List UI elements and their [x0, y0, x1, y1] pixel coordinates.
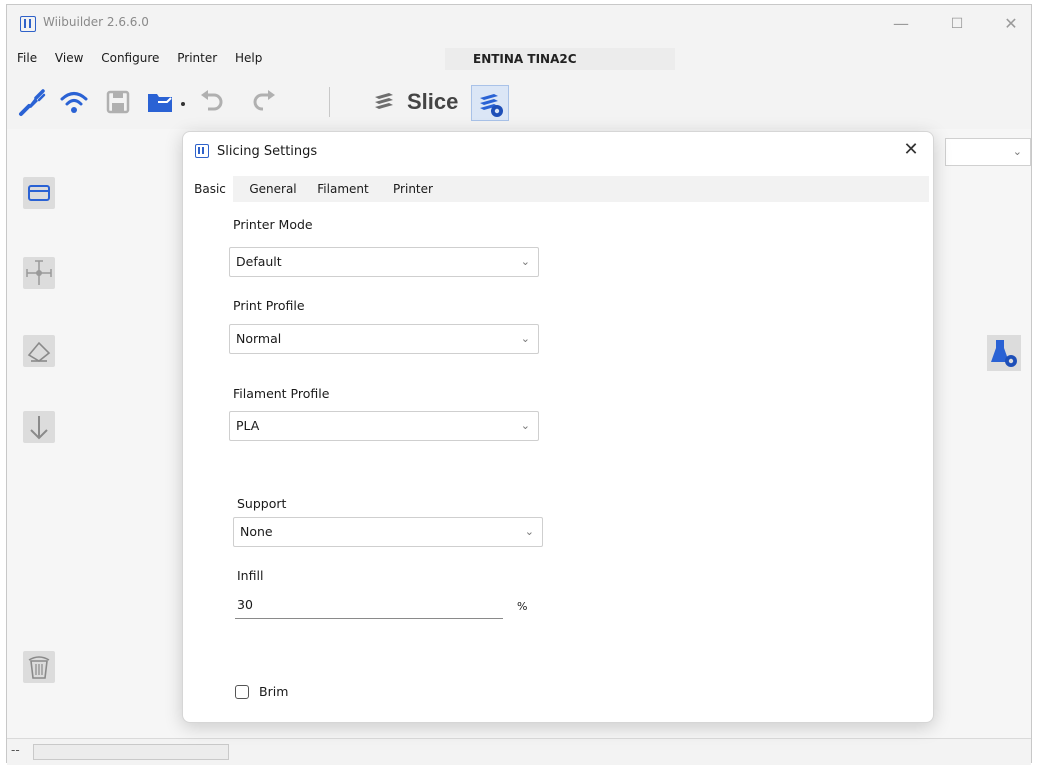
wifi-icon[interactable] — [59, 87, 89, 117]
slicing-settings-dialog: Slicing Settings ✕ Basic General Filamen… — [182, 131, 934, 723]
lay-flat-tool-button[interactable] — [23, 411, 55, 443]
status-bar: -- — [7, 738, 1031, 765]
slice-button[interactable]: Slice — [407, 89, 458, 115]
support-value: None — [240, 524, 273, 539]
slicing-settings-button[interactable] — [471, 85, 509, 121]
printer-mode-value: Default — [236, 254, 282, 269]
close-button[interactable]: ✕ — [991, 11, 1031, 37]
chevron-down-icon: ⌄ — [524, 525, 534, 538]
menu-file[interactable]: File — [17, 51, 37, 65]
infill-input[interactable]: 30 — [235, 593, 503, 619]
menu-configure[interactable]: Configure — [101, 51, 159, 65]
menu-help[interactable]: Help — [235, 51, 262, 65]
right-panel-dropdown[interactable]: ⌄ — [945, 138, 1031, 166]
undo-icon[interactable] — [197, 87, 227, 117]
platform-tool-button[interactable] — [23, 177, 55, 209]
print-profile-value: Normal — [236, 331, 282, 346]
tab-basic[interactable]: Basic — [187, 176, 233, 202]
print-profile-label: Print Profile — [233, 298, 305, 313]
chevron-down-icon: ⌄ — [520, 419, 530, 432]
brim-checkbox[interactable] — [235, 685, 249, 699]
dialog-logo-icon — [195, 144, 209, 158]
trash-icon — [28, 656, 50, 679]
chevron-down-icon: ⌄ — [520, 255, 530, 268]
title-bar: Wiibuilder 2.6.6.0 — ☐ ✕ — [7, 5, 1031, 43]
move-icon — [26, 260, 52, 285]
infill-label: Infill — [237, 568, 264, 583]
down-arrow-icon — [30, 416, 48, 440]
dialog-tabs: Basic General Filament Printer — [187, 176, 929, 202]
flask-settings-icon — [991, 340, 1017, 367]
chevron-down-icon: ⌄ — [1012, 145, 1022, 158]
filament-profile-label: Filament Profile — [233, 386, 330, 401]
menu-printer[interactable]: Printer — [177, 51, 217, 65]
rotate-icon — [27, 341, 51, 362]
save-icon[interactable] — [103, 87, 133, 117]
filament-profile-select[interactable]: PLA ⌄ — [229, 411, 539, 441]
filament-profile-value: PLA — [236, 418, 260, 433]
maximize-button[interactable]: ☐ — [937, 11, 977, 37]
printer-mode-select[interactable]: Default ⌄ — [229, 247, 539, 277]
open-folder-icon[interactable] — [145, 87, 175, 117]
dialog-title: Slicing Settings — [217, 144, 318, 159]
chevron-down-icon: ⌄ — [520, 332, 530, 345]
toolbar-separator — [329, 87, 330, 117]
dropdown-arrow-icon[interactable] — [177, 87, 189, 117]
minimize-button[interactable]: — — [881, 11, 921, 37]
redo-icon[interactable] — [249, 87, 279, 117]
app-logo-icon — [20, 16, 36, 32]
toolbar: Slice — [13, 81, 553, 123]
rotate-tool-button[interactable] — [23, 335, 55, 367]
move-tool-button[interactable] — [23, 257, 55, 289]
slicing-settings-icon — [480, 94, 503, 117]
support-label: Support — [237, 496, 287, 511]
printer-mode-label: Printer Mode — [233, 217, 313, 232]
progress-bar — [33, 744, 229, 760]
support-select[interactable]: None ⌄ — [233, 517, 543, 547]
dialog-close-button[interactable]: ✕ — [899, 138, 923, 162]
printer-name: ENTINA TINA2C — [445, 48, 675, 70]
menu-view[interactable]: View — [55, 51, 83, 65]
infill-unit: % — [517, 600, 528, 613]
platform-icon — [28, 185, 50, 201]
tab-general[interactable]: General — [243, 176, 303, 202]
tab-printer[interactable]: Printer — [383, 176, 443, 202]
print-profile-select[interactable]: Normal ⌄ — [229, 324, 539, 354]
slice-layers-icon[interactable] — [369, 87, 399, 117]
connect-icon[interactable] — [17, 87, 47, 117]
tab-filament[interactable]: Filament — [309, 176, 377, 202]
right-settings-button[interactable] — [987, 335, 1021, 371]
window-title: Wiibuilder 2.6.6.0 — [43, 15, 149, 29]
brim-label: Brim — [259, 684, 289, 699]
delete-tool-button[interactable] — [23, 651, 55, 683]
menu-bar: File View Configure Printer Help — [17, 51, 276, 73]
status-text: -- — [11, 743, 20, 757]
